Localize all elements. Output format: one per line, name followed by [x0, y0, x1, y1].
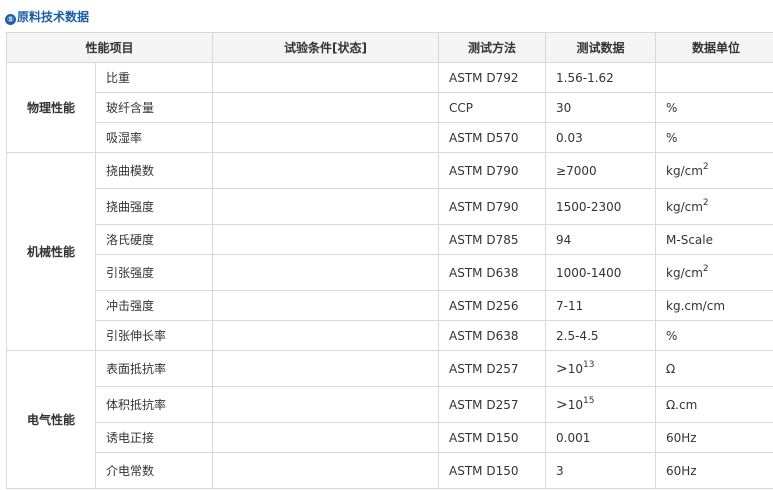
row-item: 表面抵抗率: [94, 350, 214, 387]
row-item: 挠曲模数: [94, 152, 214, 189]
row-method: ASTM D150: [438, 422, 547, 453]
row-condition: [212, 386, 440, 423]
table-row: 物理性能 比重 ASTM D792 1.56-1.62: [6, 62, 773, 153]
row-item: 诱电正接: [94, 422, 214, 453]
row-method: ASTM D785: [438, 224, 547, 255]
row-condition: [212, 224, 440, 255]
row-item: 引张伸长率: [94, 320, 214, 351]
row-method: ASTM D790: [438, 188, 547, 225]
row-unit: 60Hz: [655, 422, 773, 453]
group-electrical: 电气性能: [6, 350, 96, 489]
row-condition: [212, 188, 440, 225]
table-row: 洛氏硬度 ASTM D785 94 M-Scale: [7, 224, 773, 255]
header-method: 测试方法: [438, 32, 547, 63]
row-item: 比重: [94, 62, 214, 93]
table-row: 诱电正接 ASTM D150 0.001 60Hz: [7, 422, 773, 453]
header-item: 性能项目: [5, 32, 214, 63]
row-method: ASTM D257: [438, 350, 547, 387]
section-title-text: 原料技术数据: [17, 10, 90, 24]
row-value: 0.03: [545, 122, 657, 153]
row-value: 1.56-1.62: [545, 62, 657, 93]
table-row: 冲击强度 ASTM D256 7-11 kg.cm/cm: [7, 290, 773, 321]
row-method: ASTM D257: [438, 386, 547, 423]
row-condition: [212, 122, 440, 153]
row-item: 玻纤含量: [94, 92, 214, 123]
row-unit: %: [655, 92, 773, 123]
row-method: ASTM D638: [438, 320, 547, 351]
row-value: 3: [545, 452, 657, 489]
table-row: 电气性能 表面抵抗率 ASTM D257 >1013 Ω: [6, 350, 773, 489]
header-unit: 数据单位: [655, 32, 773, 63]
row-value: 1000-1400: [545, 254, 657, 291]
table-header-row: 性能项目 试验条件[状态] 测试方法 测试数据 数据单位: [5, 32, 773, 63]
row-item: 冲击强度: [94, 290, 214, 321]
row-value: >1013: [545, 350, 657, 387]
table-row: 玻纤含量 CCP 30 %: [7, 92, 773, 123]
row-condition: [212, 62, 440, 93]
row-condition: [212, 254, 440, 291]
circled-number-icon: ⑤: [5, 14, 16, 25]
table-row: 介电常数 ASTM D150 3 60Hz: [7, 452, 773, 489]
row-condition: [212, 152, 440, 189]
header-condition: 试验条件[状态]: [212, 32, 440, 63]
row-unit: kg.cm/cm: [655, 290, 773, 321]
row-value: 0.001: [545, 422, 657, 453]
row-unit: kg/cm2: [655, 188, 773, 225]
row-method: ASTM D256: [438, 290, 547, 321]
row-unit: kg/cm2: [655, 254, 773, 291]
row-unit: %: [655, 122, 773, 153]
row-item: 体积抵抗率: [94, 386, 214, 423]
row-item: 介电常数: [94, 452, 214, 489]
row-item: 洛氏硬度: [94, 224, 214, 255]
header-value: 测试数据: [545, 32, 657, 63]
row-value: 2.5-4.5: [545, 320, 657, 351]
table-row: 引张强度 ASTM D638 1000-1400 kg/cm2: [7, 254, 773, 291]
row-condition: [212, 350, 440, 387]
row-unit: 60Hz: [655, 452, 773, 489]
row-method: ASTM D792: [438, 62, 547, 93]
row-condition: [212, 290, 440, 321]
row-unit: M-Scale: [655, 224, 773, 255]
row-value: >1015: [545, 386, 657, 423]
group-physical: 物理性能: [6, 62, 96, 153]
row-value: 94: [545, 224, 657, 255]
row-condition: [212, 320, 440, 351]
row-method: ASTM D150: [438, 452, 547, 489]
row-value: 30: [545, 92, 657, 123]
row-method: ASTM D570: [438, 122, 547, 153]
row-unit: Ω.cm: [655, 386, 773, 423]
row-condition: [212, 422, 440, 453]
table-row: 吸湿率 ASTM D570 0.03 %: [7, 122, 773, 153]
row-unit: [655, 62, 773, 93]
row-condition: [212, 92, 440, 123]
row-item: 引张强度: [94, 254, 214, 291]
table-row: 引张伸长率 ASTM D638 2.5-4.5 %: [7, 320, 773, 351]
spec-table: 性能项目 试验条件[状态] 测试方法 测试数据 数据单位 物理性能 比重 AST…: [5, 32, 773, 489]
table-row: 挠曲强度 ASTM D790 1500-2300 kg/cm2: [7, 188, 773, 225]
row-value: ≥7000: [545, 152, 657, 189]
row-unit: Ω: [655, 350, 773, 387]
row-method: CCP: [438, 92, 547, 123]
group-mechanical: 机械性能: [6, 152, 96, 351]
row-unit: %: [655, 320, 773, 351]
table-row: 体积抵抗率 ASTM D257 >1015 Ω.cm: [7, 386, 773, 423]
row-condition: [212, 452, 440, 489]
row-method: ASTM D638: [438, 254, 547, 291]
row-unit: kg/cm2: [655, 152, 773, 189]
row-item: 吸湿率: [94, 122, 214, 153]
table-row: 机械性能 挠曲模数 ASTM D790 ≥7000 kg/cm2: [6, 152, 773, 351]
section-title: ⑤ 原料技术数据: [5, 8, 89, 26]
row-value: 1500-2300: [545, 188, 657, 225]
row-method: ASTM D790: [438, 152, 547, 189]
row-item: 挠曲强度: [94, 188, 214, 225]
row-value: 7-11: [545, 290, 657, 321]
